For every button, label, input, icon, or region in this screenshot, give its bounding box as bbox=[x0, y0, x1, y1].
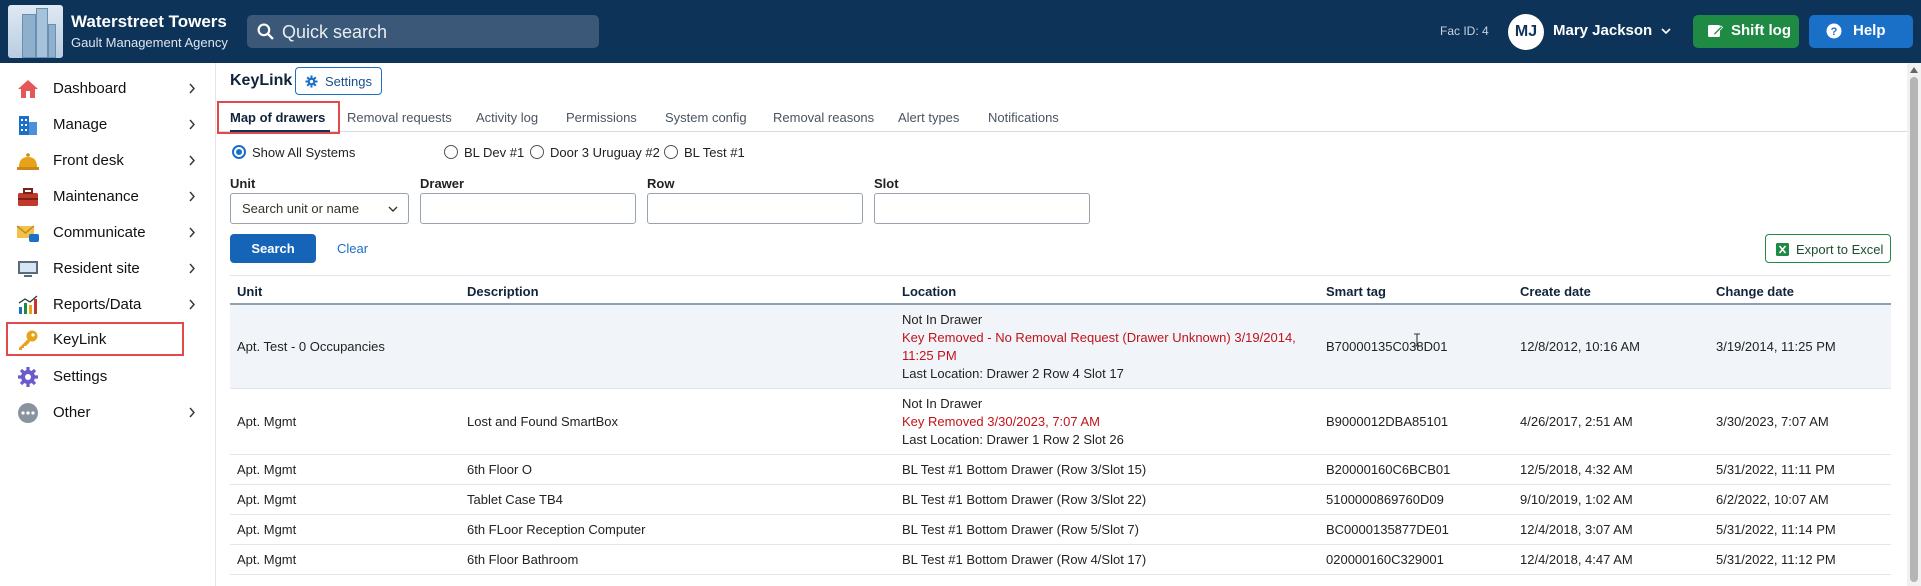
sidebar-item-maintenance[interactable]: Maintenance bbox=[6, 180, 202, 212]
shift-log-button[interactable]: Shift log bbox=[1693, 15, 1799, 48]
top-bar: Waterstreet Towers Gault Management Agen… bbox=[0, 0, 1921, 63]
row-input[interactable] bbox=[647, 193, 863, 224]
removed-status: Key Removed - No Removal Request (Drawer… bbox=[902, 330, 1296, 363]
chevron-right-icon bbox=[189, 191, 195, 202]
scroll-up-icon[interactable] bbox=[1910, 67, 1918, 73]
brand-subtitle: Gault Management Agency bbox=[71, 35, 228, 50]
main-content: KeyLink Settings Map of drawers Removal … bbox=[217, 63, 1907, 586]
table-row[interactable]: Apt. Mgmt Lost and Found SmartBox Not In… bbox=[230, 389, 1891, 455]
toolbox-icon bbox=[18, 188, 38, 206]
radio-button[interactable] bbox=[664, 145, 678, 159]
keylink-settings-button[interactable]: Settings bbox=[295, 67, 382, 95]
drawer-input[interactable] bbox=[420, 193, 636, 224]
tab-removal-requests[interactable]: Removal requests bbox=[347, 110, 452, 125]
user-name[interactable]: Mary Jackson bbox=[1553, 22, 1652, 39]
gear-icon bbox=[18, 367, 38, 387]
sidebar-item-dashboard[interactable]: Dashboard bbox=[6, 72, 202, 104]
building-icon bbox=[19, 116, 37, 135]
radio-button[interactable] bbox=[444, 145, 458, 159]
page-title: KeyLink bbox=[230, 72, 293, 89]
column-header-description[interactable]: Description bbox=[467, 284, 539, 299]
page-scrollbar[interactable] bbox=[1907, 63, 1921, 586]
gear-icon bbox=[305, 75, 318, 88]
tab-removal-reasons[interactable]: Removal reasons bbox=[773, 110, 874, 125]
table-row[interactable]: Apt. Mgmt 6th Floor Bathroom BL Test #1 … bbox=[230, 545, 1891, 575]
slot-input[interactable] bbox=[874, 193, 1090, 224]
sidebar-item-manage[interactable]: Manage bbox=[6, 108, 202, 140]
chevron-right-icon bbox=[189, 407, 195, 418]
column-header-smart-tag[interactable]: Smart tag bbox=[1326, 284, 1386, 299]
unit-placeholder: Search unit or name bbox=[242, 201, 360, 216]
unit-select[interactable]: Search unit or name bbox=[230, 193, 409, 224]
tab-permissions[interactable]: Permissions bbox=[566, 110, 637, 125]
table-row[interactable]: Apt. Mgmt 6th FLoor Reception Computer B… bbox=[230, 515, 1891, 545]
location-cell: Not In Drawer Key Removed 3/30/2023, 7:0… bbox=[902, 395, 1312, 449]
tab-alert-types[interactable]: Alert types bbox=[898, 110, 959, 125]
clear-button[interactable]: Clear bbox=[337, 241, 368, 256]
column-header-change-date[interactable]: Change date bbox=[1716, 284, 1794, 299]
chevron-right-icon bbox=[189, 263, 195, 274]
tab-map-of-drawers[interactable]: Map of drawers bbox=[230, 110, 325, 125]
tab-notifications[interactable]: Notifications bbox=[988, 110, 1059, 125]
text-cursor-icon bbox=[1414, 333, 1420, 347]
sidebar-item-reports-data[interactable]: Reports/Data bbox=[6, 288, 202, 320]
sidebar-item-resident-site[interactable]: Resident site bbox=[6, 252, 202, 284]
tab-activity-log[interactable]: Activity log bbox=[476, 110, 538, 125]
bell-icon bbox=[17, 153, 39, 170]
quick-search-input[interactable]: Quick search bbox=[247, 15, 599, 48]
brand-title: Waterstreet Towers bbox=[71, 12, 227, 31]
tab-system-config[interactable]: System config bbox=[665, 110, 747, 125]
monitor-icon bbox=[18, 261, 38, 277]
column-header-create-date[interactable]: Create date bbox=[1520, 284, 1591, 299]
chevron-right-icon bbox=[189, 299, 195, 310]
drawers-table: Unit Description Location Smart tag Crea… bbox=[230, 275, 1891, 586]
sidebar: Dashboard Manage Front desk Maintenance bbox=[0, 63, 216, 586]
search-icon bbox=[257, 23, 274, 40]
house-icon bbox=[18, 80, 38, 98]
excel-icon bbox=[1776, 243, 1789, 256]
drawer-label: Drawer bbox=[420, 176, 465, 191]
column-header-location[interactable]: Location bbox=[902, 284, 1312, 299]
scrollbar-thumb[interactable] bbox=[1910, 77, 1918, 582]
table-row[interactable]: Apt. Mgmt Tablet Case TB4 BL Test #1 Bot… bbox=[230, 485, 1891, 515]
sidebar-item-other[interactable]: Other bbox=[6, 396, 202, 428]
active-tab-underline bbox=[230, 130, 330, 132]
key-icon bbox=[19, 330, 38, 350]
chevron-right-icon bbox=[189, 119, 195, 130]
help-button[interactable]: ? Help bbox=[1809, 15, 1913, 48]
radio-button[interactable] bbox=[530, 145, 544, 159]
sidebar-item-settings[interactable]: Settings bbox=[6, 360, 202, 392]
removed-status: Key Removed 3/30/2023, 7:07 AM bbox=[902, 414, 1101, 429]
question-icon: ? bbox=[1826, 23, 1842, 39]
mail-icon bbox=[16, 225, 39, 242]
building-logo[interactable] bbox=[8, 5, 63, 58]
search-placeholder: Quick search bbox=[282, 22, 388, 42]
export-to-excel-button[interactable]: Export to Excel bbox=[1765, 234, 1891, 263]
chevron-right-icon bbox=[189, 83, 195, 94]
sidebar-item-communicate[interactable]: Communicate bbox=[6, 216, 202, 248]
table-row[interactable]: Apt. Test - 0 Occupancies Not In Drawer … bbox=[230, 305, 1891, 389]
chevron-right-icon bbox=[189, 227, 195, 238]
table-header: Unit Description Location Smart tag Crea… bbox=[230, 275, 1891, 305]
chart-icon bbox=[18, 295, 38, 314]
svg-text:?: ? bbox=[1831, 26, 1838, 38]
facility-id: Fac ID: 4 bbox=[1440, 24, 1489, 38]
slot-label: Slot bbox=[874, 176, 899, 191]
radio-button[interactable] bbox=[232, 145, 246, 159]
avatar[interactable]: MJ bbox=[1508, 14, 1544, 50]
column-header-unit[interactable]: Unit bbox=[237, 284, 262, 299]
row-label: Row bbox=[647, 176, 675, 191]
search-button[interactable]: Search bbox=[230, 234, 316, 263]
unit-label: Unit bbox=[230, 176, 256, 191]
chevron-right-icon bbox=[189, 155, 195, 166]
chevron-down-icon bbox=[388, 206, 398, 212]
more-icon bbox=[18, 403, 38, 423]
tab-bar: Map of drawers Removal requests Activity… bbox=[217, 100, 1907, 134]
edit-note-icon bbox=[1708, 25, 1723, 37]
location-cell: Not In Drawer Key Removed - No Removal R… bbox=[902, 311, 1312, 383]
chevron-down-icon[interactable] bbox=[1660, 25, 1672, 37]
sidebar-item-front-desk[interactable]: Front desk bbox=[6, 144, 202, 176]
table-row[interactable]: Apt. Mgmt 6th Floor O BL Test #1 Bottom … bbox=[230, 455, 1891, 485]
sidebar-item-keylink[interactable]: KeyLink bbox=[6, 322, 184, 356]
